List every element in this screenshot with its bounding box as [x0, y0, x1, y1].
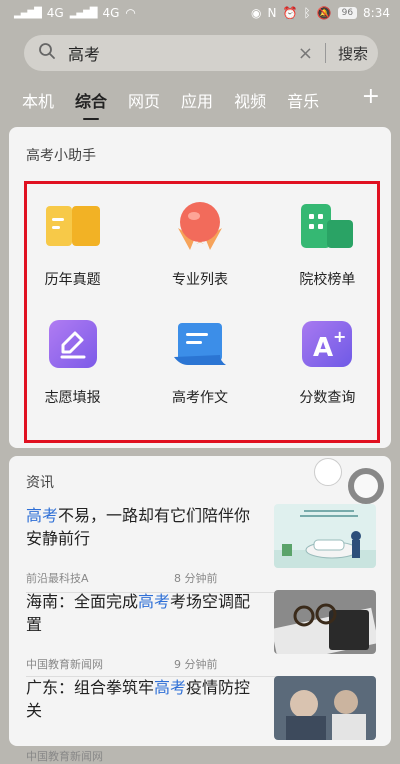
edit-icon: [44, 315, 102, 373]
bluetooth-icon: ᛒ: [303, 6, 311, 20]
alarm-icon: ⏰: [282, 6, 298, 20]
wifi-icon: ◠: [125, 6, 136, 20]
category-tabs: 本机 综合 网页 应用 视频 音乐 +: [22, 84, 380, 120]
helper-item-university-ranking[interactable]: 院校榜单: [264, 197, 391, 289]
medal-icon: [171, 197, 229, 255]
news-source: 前沿最科技A: [26, 572, 89, 585]
status-left: ▂▄▆█ 4G ▂▄▆█ 4G ◠: [14, 6, 136, 20]
book-icon: [44, 197, 102, 255]
news-item[interactable]: 高考不易，一路却有它们陪伴你安静前行 前沿最科技A 8 分钟前: [26, 504, 376, 590]
search-icon: [38, 42, 56, 64]
news-card: 资讯 高考不易，一路却有它们陪伴你安静前行 前沿最科技A 8 分钟前 海南：全面…: [9, 456, 391, 763]
news-time: 8 分钟前: [174, 572, 218, 585]
news-source: 中国教育新闻网: [26, 750, 103, 763]
news-item[interactable]: 广东：组合拳筑牢高考疫情防控关 中国教育新闻网: [26, 676, 376, 763]
keyword-highlight: 高考: [26, 506, 59, 525]
gaokao-helper-card: 高考小助手 历年真题 专业列表 院校榜单 志愿填报 高考作文 A + 分数查询: [9, 127, 391, 448]
carrier-1: 4G: [46, 6, 64, 20]
add-tab-icon[interactable]: +: [362, 84, 380, 109]
document-icon: [171, 315, 229, 373]
helper-label: 志愿填报: [44, 390, 101, 406]
tab-music[interactable]: 音乐: [287, 88, 319, 112]
signal-icon-2: ▂▄▆█: [69, 7, 98, 19]
tab-local[interactable]: 本机: [22, 88, 54, 112]
helper-label: 专业列表: [171, 272, 228, 288]
keyword-highlight: 高考: [138, 592, 171, 611]
status-right: ◉ N ⏰ ᛒ 🔕 96 8:34: [251, 6, 390, 20]
news-source: 中国教育新闻网: [26, 658, 103, 671]
news-thumbnail-image: [274, 504, 376, 568]
helper-title: 高考小助手: [26, 148, 96, 164]
news-thumbnail-image: [274, 676, 376, 740]
score-icon: A +: [298, 315, 356, 373]
news-headline: 海南：全面完成高考考场空调配置: [26, 590, 261, 636]
helper-label: 院校榜单: [299, 272, 356, 288]
clear-icon[interactable]: ×: [298, 43, 313, 64]
headline-text: 不易，一路却有它们陪伴你安静前行: [26, 506, 251, 548]
news-headline: 广东：组合拳筑牢高考疫情防控关: [26, 676, 261, 722]
tab-all[interactable]: 综合: [75, 88, 107, 120]
headline-text: 海南：全面完成: [26, 592, 139, 611]
nfc-icon: N: [267, 6, 277, 20]
tab-web[interactable]: 网页: [128, 88, 160, 112]
mute-icon: 🔕: [316, 6, 332, 20]
keyword-highlight: 高考: [154, 678, 187, 697]
news-thumbnail-image: [274, 590, 376, 654]
search-button[interactable]: 搜索: [338, 43, 368, 64]
headline-text: 广东：组合拳筑牢: [26, 678, 155, 697]
svg-text:A: A: [313, 333, 333, 363]
search-bar: × 搜索: [24, 35, 378, 71]
helper-item-application[interactable]: 志愿填报: [9, 315, 136, 407]
news-time: 9 分钟前: [174, 658, 218, 671]
news-item[interactable]: 海南：全面完成高考考场空调配置 中国教育新闻网 9 分钟前: [26, 590, 376, 676]
helper-label: 高考作文: [171, 390, 228, 406]
news-section-title: 资讯: [26, 475, 54, 491]
helper-item-past-papers[interactable]: 历年真题: [9, 197, 136, 289]
helper-item-majors[interactable]: 专业列表: [136, 197, 263, 289]
helper-label: 历年真题: [44, 272, 101, 288]
search-divider: [324, 43, 326, 63]
status-bar: ▂▄▆█ 4G ▂▄▆█ 4G ◠ ◉ N ⏰ ᛒ 🔕 96 8:34: [0, 0, 400, 26]
signal-icon: ▂▄▆█: [14, 7, 42, 19]
helper-grid: 历年真题 专业列表 院校榜单 志愿填报 高考作文 A + 分数查询: [9, 197, 391, 407]
building-icon: [298, 197, 356, 255]
tab-apps[interactable]: 应用: [181, 88, 213, 112]
tab-video[interactable]: 视频: [234, 88, 266, 112]
floating-circle-button[interactable]: [314, 458, 342, 486]
helper-label: 分数查询: [299, 390, 356, 406]
search-input[interactable]: [66, 42, 298, 64]
svg-text:+: +: [333, 327, 346, 346]
carrier-2: 4G: [102, 6, 120, 20]
clock: 8:34: [363, 6, 390, 20]
eye-icon: ◉: [251, 6, 262, 20]
helper-item-essay[interactable]: 高考作文: [136, 315, 263, 407]
helper-item-score-query[interactable]: A + 分数查询: [264, 315, 391, 407]
assistive-touch-button[interactable]: [348, 468, 384, 504]
battery-icon: 96: [337, 7, 358, 19]
news-headline: 高考不易，一路却有它们陪伴你安静前行: [26, 504, 261, 550]
